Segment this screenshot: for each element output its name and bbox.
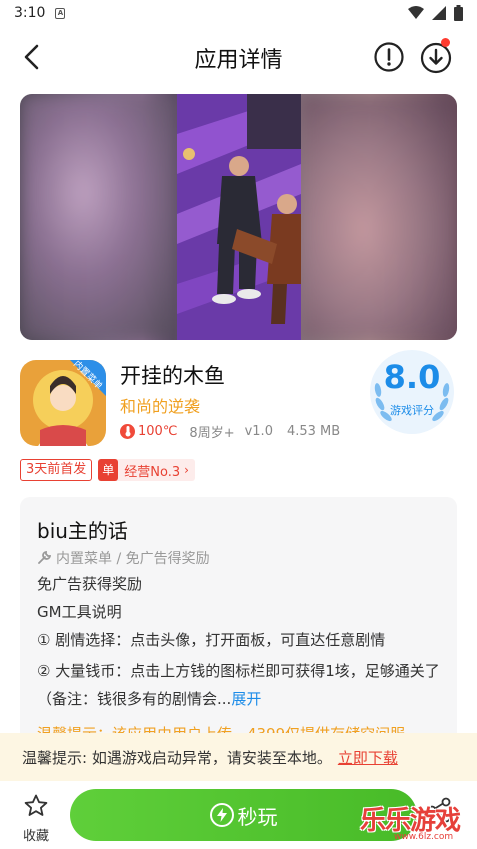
notice-banner: 温馨提示: 如遇游戏启动异常，请安装至本地。 立即下载 (0, 733, 477, 781)
status-time: 3:10 (14, 5, 46, 21)
rank-tag[interactable]: 单 经营No.3 › (98, 459, 195, 481)
thermometer-icon (120, 424, 135, 439)
expand-link[interactable]: 展开 (231, 690, 261, 708)
top-bar: 应用详情 (0, 30, 477, 84)
score-badge: 8.0 游戏评分 (364, 348, 460, 444)
heat-value: 100℃ (138, 424, 178, 439)
game-screenshot (177, 94, 301, 340)
screenshot-blur-right (300, 94, 457, 340)
signal-icon (432, 6, 446, 20)
score-value: 8.0 (383, 358, 441, 396)
notice-text: 温馨提示: 如遇游戏启动异常，请安装至本地。 (22, 748, 332, 767)
watermark-url: www.6lz.com (394, 832, 454, 842)
lightning-icon (209, 803, 234, 827)
collect-label: 收藏 (22, 829, 49, 844)
app-info: 内置菜单 开挂的木鱼 和尚的逆袭 100℃ 8周岁+ v1.0 4.53 MB … (20, 350, 457, 448)
age-rating: 8周岁+ (189, 426, 235, 441)
battery-icon (454, 5, 463, 21)
app-name: 开挂的木鱼 (120, 364, 225, 388)
score-label: 游戏评分 (390, 404, 434, 417)
status-icons (408, 5, 463, 21)
wifi-icon (408, 6, 424, 19)
app-size: 4.53 MB (286, 424, 341, 439)
feature-line: 内置菜单 / 免广告得奖励 (37, 548, 210, 568)
app-subtitle: 和尚的逆袭 (120, 397, 201, 416)
play-label: 秒玩 (237, 804, 278, 829)
feature-text: 内置菜单 / 免广告得奖励 (56, 551, 210, 567)
screenshot-blur-left (20, 94, 177, 340)
game-screenshot-carousel[interactable] (20, 94, 457, 340)
description-line: ① 剧情选择：点击头像，打开面板，可直达任意剧情 (37, 631, 386, 649)
description-line: 免广告获得奖励 (37, 575, 143, 593)
sim-icon: A (55, 7, 66, 19)
page-title: 应用详情 (194, 48, 283, 73)
first-release-tag: 3天前首发 (20, 459, 93, 481)
wrench-icon (38, 551, 51, 564)
rank-text: 经营No.3 (124, 464, 181, 480)
report-exclamation-icon[interactable] (373, 41, 405, 73)
back-arrow-icon[interactable] (18, 42, 48, 72)
status-bar: 3:10 A (0, 0, 477, 26)
star-icon (24, 794, 48, 816)
app-version: v1.0 (244, 424, 273, 439)
description-paragraph: ② 大量钱币：点击上方钱的图标栏即可获得1垓，足够通关了（备注：钱很多有的剧情会… (37, 657, 442, 713)
site-watermark: 乐乐游戏 www.6lz.com (360, 800, 477, 849)
app-meta: 100℃ 8周岁+ v1.0 4.53 MB (120, 422, 340, 441)
collect-button[interactable]: 收藏 (18, 793, 54, 844)
tags-row: 3天前首发 单 经营No.3 › (20, 459, 195, 481)
description-card: biu主的话 内置菜单 / 免广告得奖励 免广告获得奖励 GM工具说明 ① 剧情… (20, 497, 457, 747)
install-local-link[interactable]: 立即下载 (338, 747, 398, 768)
rank-badge: 单 (98, 459, 119, 481)
description-line: GM工具说明 (37, 603, 122, 621)
notification-dot (441, 38, 450, 47)
chevron-right-icon: › (184, 463, 189, 477)
description-title: biu主的话 (37, 519, 128, 543)
app-icon: 内置菜单 (20, 360, 106, 446)
